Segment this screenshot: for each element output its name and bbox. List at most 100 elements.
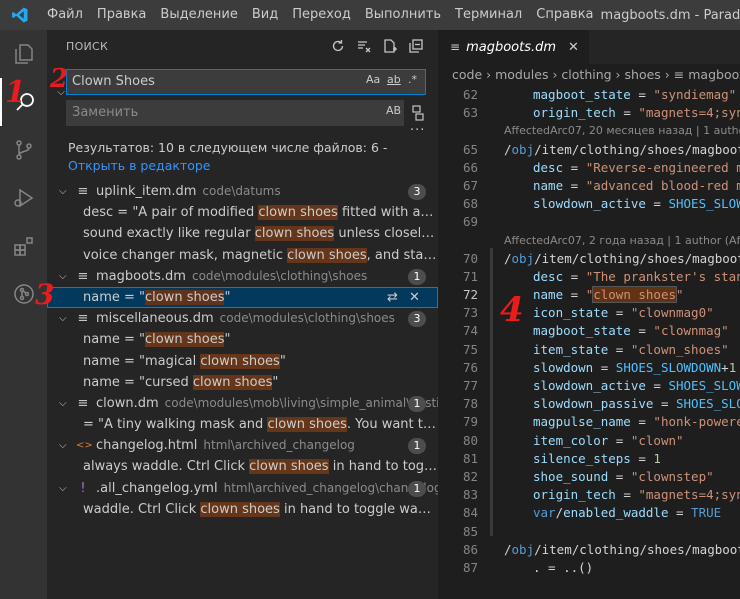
- menu-item[interactable]: Переход: [285, 0, 358, 30]
- result-file-row[interactable]: ⌵ ≡ miscellaneous.dm code\modules\clothing\…: [47, 308, 438, 329]
- code-line[interactable]: 73 icon_state = "clownmag0": [438, 304, 740, 322]
- collapse-all-icon[interactable]: [406, 36, 426, 56]
- replace-input[interactable]: Заменить AB: [66, 100, 404, 126]
- file-path-text: html\archived_changelog: [203, 438, 355, 453]
- result-match-row[interactable]: name = "cursed clown shoes": [47, 372, 438, 393]
- code-token: =: [563, 159, 586, 175]
- blame-annotation[interactable]: AffectedArc07, 20 месяцев назад | 1 auth…: [438, 122, 740, 140]
- code-line[interactable]: 78 slowdown_passive = SHOES_SLOWD: [438, 395, 740, 413]
- code-line[interactable]: 65/obj/item/clothing/shoes/magboot: [438, 141, 740, 159]
- menu-item[interactable]: Терминал: [448, 0, 529, 30]
- chevron-down-icon[interactable]: ⌵: [59, 308, 67, 329]
- source-control-icon[interactable]: [0, 126, 47, 174]
- result-match-row[interactable]: sound exactly like regular clown shoes u…: [47, 223, 438, 244]
- code-token: slowdown_active: [533, 378, 646, 393]
- open-in-editor-link[interactable]: Открыть в редакторе: [68, 158, 210, 173]
- preserve-case-toggle[interactable]: AB: [386, 104, 401, 117]
- line-number: 84: [462, 505, 478, 521]
- code-token: =: [608, 341, 631, 357]
- breadcrumb-item[interactable]: magboot: [688, 67, 740, 82]
- result-match-row[interactable]: desc = "A pair of modified clown shoes f…: [47, 202, 438, 223]
- result-match-row[interactable]: name = "clown shoes": [47, 329, 438, 350]
- replace-icon[interactable]: ⇄: [387, 287, 398, 308]
- result-file-row[interactable]: ⌵ ≡ magboots.dm code\modules\clothing\shoes…: [47, 266, 438, 287]
- code-token: slowdown_active: [533, 196, 646, 212]
- code-text: /obj/item/clothing/shoes/magboot: [504, 141, 740, 159]
- menu-item[interactable]: Справка: [529, 0, 600, 30]
- code-line[interactable]: 70/obj/item/clothing/shoes/magboot: [438, 250, 740, 268]
- code-line[interactable]: 80 item_color = "clown": [438, 432, 740, 450]
- code-line[interactable]: 83 origin_tech = "magnets=4;syn: [438, 486, 740, 504]
- run-debug-icon[interactable]: [0, 174, 47, 222]
- code-line[interactable]: 71 desc = "The prankster's stan: [438, 268, 740, 286]
- match-text: waddle. Ctrl Click: [83, 501, 201, 517]
- menu-item[interactable]: Выделение: [153, 0, 244, 30]
- match-text: name = ": [83, 332, 146, 348]
- match-case-toggle[interactable]: Aa: [366, 73, 380, 86]
- code-line[interactable]: 74 magboot_state = "clownmag": [438, 322, 740, 340]
- result-file-row[interactable]: ⌵ ≡ uplink_item.dm code\datums 3: [47, 181, 438, 202]
- code-line[interactable]: 72 name = "clown shoes": [438, 286, 740, 304]
- breadcrumb-separator-icon: ›: [548, 67, 562, 82]
- code-text: magboot_state = "syndiemag": [533, 86, 736, 104]
- menu-item[interactable]: Выполнить: [358, 0, 448, 30]
- code-line[interactable]: 81 silence_steps = 1: [438, 450, 740, 468]
- result-match-row[interactable]: always waddle. Ctrl Click clown shoes in…: [47, 456, 438, 477]
- match-whole-word-toggle[interactable]: ab: [387, 73, 401, 86]
- result-match-row[interactable]: waddle. Ctrl Click clown shoes in hand t…: [47, 499, 438, 520]
- blame-annotation[interactable]: AffectedArc07, 2 года назад | 1 author (…: [438, 232, 740, 250]
- code-line[interactable]: 62 magboot_state = "syndiemag": [438, 86, 740, 104]
- tab-magboots[interactable]: ≡ magboots.dm ✕: [438, 30, 589, 64]
- breadcrumb-item[interactable]: shoes: [625, 67, 661, 82]
- activity-bar: [0, 30, 47, 599]
- extensions-icon[interactable]: [0, 222, 47, 270]
- clear-results-icon[interactable]: [354, 36, 374, 56]
- menu-item[interactable]: Правка: [90, 0, 153, 30]
- refresh-icon[interactable]: [328, 36, 348, 56]
- new-search-editor-icon[interactable]: [380, 36, 400, 56]
- code-line[interactable]: 85: [438, 523, 740, 541]
- result-file-row[interactable]: ⌵ ≡ clown.dm code\modules\mob\living\simple…: [47, 393, 438, 414]
- close-icon[interactable]: ✕: [568, 40, 579, 55]
- breadcrumb-item[interactable]: code: [452, 67, 482, 82]
- code-line[interactable]: 75 item_state = "clown_shoes": [438, 341, 740, 359]
- result-match-row[interactable]: name = "clown shoes" ⇄ ✕: [47, 286, 438, 309]
- code-line[interactable]: 84 var/enabled_waddle = TRUE: [438, 504, 740, 522]
- explorer-icon[interactable]: [0, 30, 47, 78]
- menu-item[interactable]: Файл: [40, 0, 90, 30]
- code-line[interactable]: 76 slowdown = SHOES_SLOWDOWN+1: [438, 359, 740, 377]
- file-lines-icon: ≡: [77, 311, 89, 327]
- result-file-row[interactable]: ⌵! .all_changelog.yml html\archived_change…: [47, 478, 438, 499]
- replace-all-icon[interactable]: [410, 104, 426, 122]
- dismiss-icon[interactable]: ✕: [409, 287, 420, 308]
- breadcrumb-item[interactable]: modules: [495, 67, 548, 82]
- code-line[interactable]: 66 desc = "Reverse-engineered m: [438, 159, 740, 177]
- code-line[interactable]: 67 name = "advanced blood-red m: [438, 177, 740, 195]
- code-line[interactable]: 68 slowdown_active = SHOES_SLOWD: [438, 195, 740, 213]
- breadcrumb-item[interactable]: clothing: [561, 67, 611, 82]
- breadcrumb-separator-icon: ›: [611, 67, 625, 82]
- code-line[interactable]: 87 . = ..(): [438, 559, 740, 577]
- chevron-down-icon[interactable]: ⌵: [59, 266, 67, 287]
- file-path-text: code\modules\mob\living\simple_animal\ho…: [164, 395, 438, 410]
- code-token: /item/clothing/shoes/magboot: [534, 541, 740, 557]
- result-match-row[interactable]: name = "magical clown shoes": [47, 351, 438, 372]
- use-regex-toggle[interactable]: .*: [408, 73, 417, 86]
- toggle-search-details-icon[interactable]: ···: [410, 123, 425, 138]
- chevron-down-icon[interactable]: ⌵: [59, 478, 67, 499]
- chevron-down-icon[interactable]: ⌵: [59, 393, 67, 414]
- chevron-down-icon[interactable]: ⌵: [59, 181, 67, 202]
- result-match-row[interactable]: = "A tiny walking mask and clown shoes. …: [47, 414, 438, 435]
- menu-item[interactable]: Вид: [245, 0, 285, 30]
- chevron-down-icon[interactable]: ⌵: [59, 435, 67, 456]
- code-line[interactable]: 63 origin_tech = "magnets=4;syn: [438, 104, 740, 122]
- code-line[interactable]: 77 slowdown_active = SHOES_SLOWD: [438, 377, 740, 395]
- code-line[interactable]: 82 shoe_sound = "clownstep": [438, 468, 740, 486]
- code-line[interactable]: 79 magpulse_name = "honk-powere: [438, 413, 740, 431]
- window-title: magboots.dm - Paradi: [600, 7, 740, 23]
- result-file-row[interactable]: ⌵ <> changelog.html html\archived_changelog…: [47, 435, 438, 456]
- code-line[interactable]: 86/obj/item/clothing/shoes/magboot: [438, 541, 740, 559]
- search-input[interactable]: Clown Shoes Aa ab .*: [66, 69, 426, 95]
- result-match-row[interactable]: voice changer mask, magnetic clown shoes…: [47, 245, 438, 266]
- code-line[interactable]: 69: [438, 213, 740, 231]
